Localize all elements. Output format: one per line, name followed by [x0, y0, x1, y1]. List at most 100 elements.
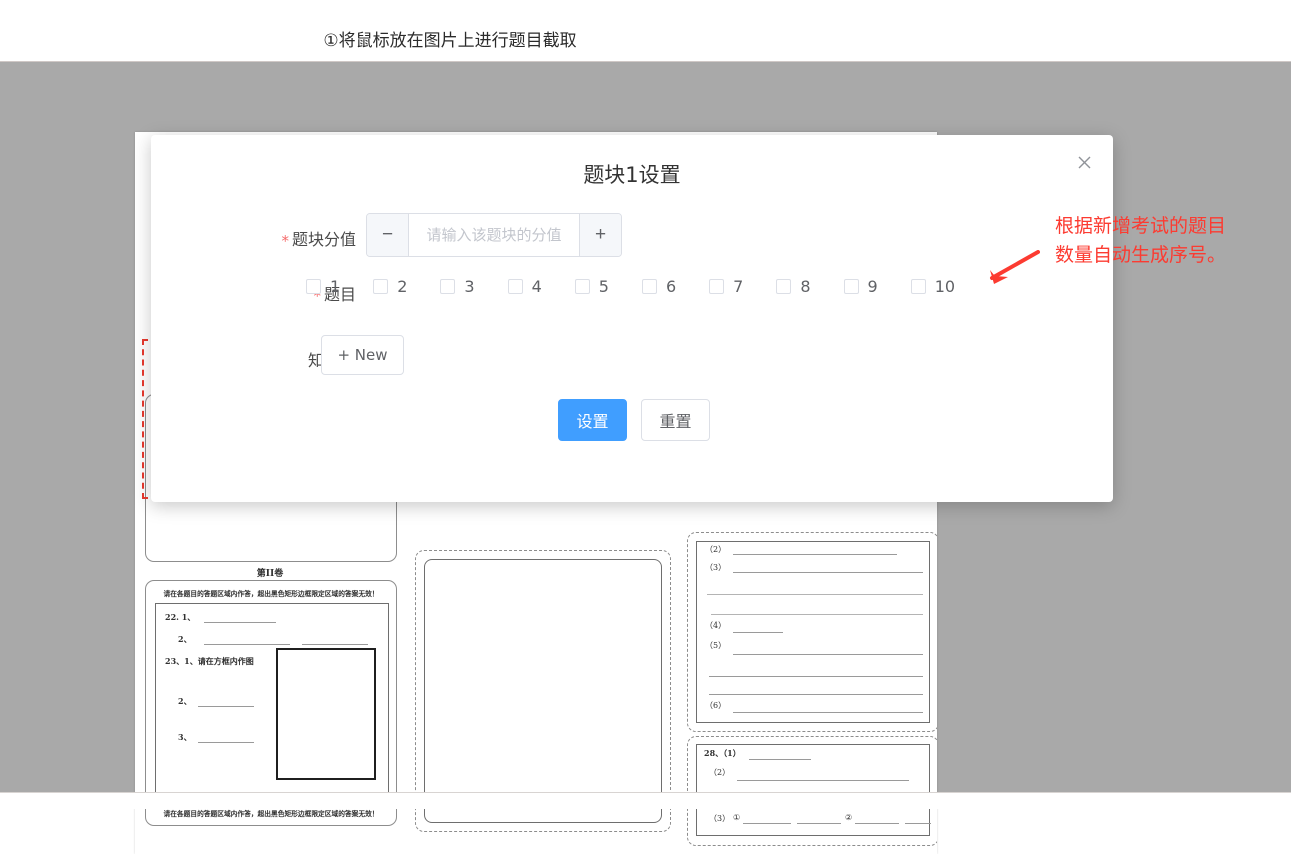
- answer-rule: [855, 823, 899, 824]
- answer-rule: [733, 654, 923, 655]
- checkbox-box[interactable]: [373, 279, 389, 294]
- answer-region[interactable]: （2） （3） （4） （5） （6）: [687, 532, 937, 732]
- app-root: ①将鼠标放在图片上进行题目截取 2017 年全国高考新课标卷一 理科综合能力测试…: [0, 0, 1291, 854]
- add-knowledge-button[interactable]: + New: [321, 335, 404, 375]
- question-number: （3）: [705, 563, 727, 572]
- question-checkbox-1[interactable]: 1: [306, 277, 340, 296]
- drawing-box[interactable]: [276, 648, 376, 780]
- checkbox-label: 4: [531, 277, 542, 296]
- checkbox-box[interactable]: [306, 279, 321, 294]
- checkbox-box[interactable]: [440, 279, 456, 294]
- question-number: ②: [845, 813, 853, 822]
- answer-region[interactable]: 请在各题目的答题区域内作答，超出黑色矩形边框限定区域的答案无效！ 22. 1、 …: [145, 580, 397, 826]
- question-number: （6）: [705, 701, 727, 710]
- question-checkbox-4[interactable]: 4: [507, 277, 542, 296]
- question-checkbox-9[interactable]: 9: [843, 277, 878, 296]
- question-checkbox-2[interactable]: 2: [373, 277, 407, 296]
- bottom-strip: [0, 792, 1291, 809]
- question-number: （2）: [709, 768, 731, 777]
- form-row-questions: * 题目 1 2 3 4 5 6 7 8 9 10: [151, 277, 1113, 305]
- checkbox-label: 6: [665, 277, 677, 296]
- question-number: 2、: [178, 634, 192, 644]
- question-number: 2、: [178, 696, 192, 706]
- answer-rule: [707, 594, 923, 595]
- checkbox-label: 8: [800, 277, 811, 296]
- reset-button[interactable]: 重置: [641, 399, 710, 441]
- checkbox-box[interactable]: [776, 279, 792, 294]
- checkbox-label: 7: [733, 277, 744, 296]
- region-warning: 请在各题目的答题区域内作答，超出黑色矩形边框限定区域的答案无效！: [163, 589, 379, 598]
- checkbox-box[interactable]: [843, 279, 859, 294]
- score-label-text: 题块分值: [291, 230, 356, 249]
- question-checkbox-3[interactable]: 3: [440, 277, 475, 296]
- checkbox-label: 2: [397, 277, 408, 296]
- score-stepper[interactable]: − +: [366, 213, 622, 257]
- question-number: （3）: [709, 814, 731, 823]
- question-block-settings-dialog: 题块1设置 *题块分值 − + *题目: [151, 135, 1113, 502]
- checkbox-box[interactable]: [910, 279, 926, 294]
- answer-rule: [797, 823, 841, 824]
- page-caption: ①将鼠标放在图片上进行题目截取: [323, 31, 577, 51]
- increment-button[interactable]: +: [579, 214, 621, 256]
- instruction-band: ①将鼠标放在图片上进行题目截取: [0, 0, 1291, 62]
- answer-rule: [198, 742, 254, 743]
- question-checkbox-8[interactable]: 8: [776, 277, 811, 296]
- answer-rule: [709, 676, 923, 677]
- answer-rule: [204, 622, 276, 623]
- checkbox-box[interactable]: [709, 279, 725, 294]
- score-label: * 题块分值: [151, 226, 356, 250]
- form-row-score: *题块分值 − +: [151, 213, 1113, 257]
- checkbox-label: 3: [464, 277, 475, 296]
- checkbox-label: 10: [934, 277, 956, 296]
- answer-region[interactable]: 28、（1） （2） （3） ① ②: [687, 736, 937, 846]
- question-checkbox-5[interactable]: 5: [574, 277, 609, 296]
- answer-region[interactable]: [415, 550, 671, 832]
- answer-rule: [905, 823, 931, 824]
- checkbox-box[interactable]: [574, 279, 590, 294]
- form-row-knowledge: 知识点 + New: [151, 335, 1113, 377]
- question-number: （4）: [705, 621, 727, 630]
- dialog-actions: 设置 重置: [151, 399, 1113, 441]
- question-number: （5）: [705, 641, 727, 650]
- annotation-text: 根据新增考试的题目 数量自动生成序号。: [1055, 212, 1285, 270]
- answer-region-inner[interactable]: （2） （3） （4） （5） （6）: [696, 541, 930, 723]
- question-checkbox-group[interactable]: 1 2 3 4 5 6 7 8 9 10: [306, 277, 955, 296]
- checkbox-label: 5: [598, 277, 609, 296]
- answer-region-inner[interactable]: 28、（1） （2） （3） ① ②: [696, 744, 931, 836]
- answer-rule: [709, 694, 923, 695]
- answer-rule: [204, 644, 290, 645]
- answer-region-inner[interactable]: [424, 559, 662, 823]
- question-checkbox-10[interactable]: 10: [910, 277, 956, 296]
- answer-rule: [737, 780, 909, 781]
- close-icon[interactable]: [1069, 147, 1099, 177]
- checkbox-label: 1: [330, 277, 341, 296]
- decrement-button[interactable]: −: [367, 214, 409, 256]
- score-input[interactable]: [409, 214, 579, 256]
- answer-rule: [198, 706, 254, 707]
- question-number: 23、1、请在方框内作图: [165, 656, 254, 666]
- checkbox-box[interactable]: [507, 279, 523, 294]
- dialog-title: 题块1设置: [583, 163, 681, 187]
- answer-rule: [711, 614, 923, 615]
- answer-rule: [302, 644, 368, 645]
- question-checkbox-7[interactable]: 7: [709, 277, 743, 296]
- question-number: 3、: [178, 732, 192, 742]
- answer-rule: [733, 712, 923, 713]
- answer-rule: [733, 632, 783, 633]
- answer-rule: [733, 572, 923, 573]
- volume-label: 第II卷: [256, 569, 284, 579]
- answer-region-inner[interactable]: 22. 1、 2、 23、1、请在方框内作图 2、 3、: [155, 603, 389, 801]
- submit-button[interactable]: 设置: [558, 399, 627, 441]
- question-checkbox-6[interactable]: 6: [641, 277, 677, 296]
- answer-rule: [749, 759, 811, 760]
- answer-rule: [733, 554, 897, 555]
- answer-rule: [743, 823, 791, 824]
- question-number: ①: [733, 813, 741, 822]
- question-number: 22. 1、: [165, 612, 196, 622]
- checkbox-box[interactable]: [641, 279, 657, 294]
- annotation-line-2: 数量自动生成序号。: [1055, 244, 1227, 266]
- region-warning: 请在各题目的答题区域内作答，超出黑色矩形边框限定区域的答案无效！: [163, 809, 379, 818]
- question-number: （2）: [705, 545, 727, 554]
- question-number: 28、（1）: [704, 748, 741, 758]
- annotation-line-1: 根据新增考试的题目: [1055, 215, 1227, 237]
